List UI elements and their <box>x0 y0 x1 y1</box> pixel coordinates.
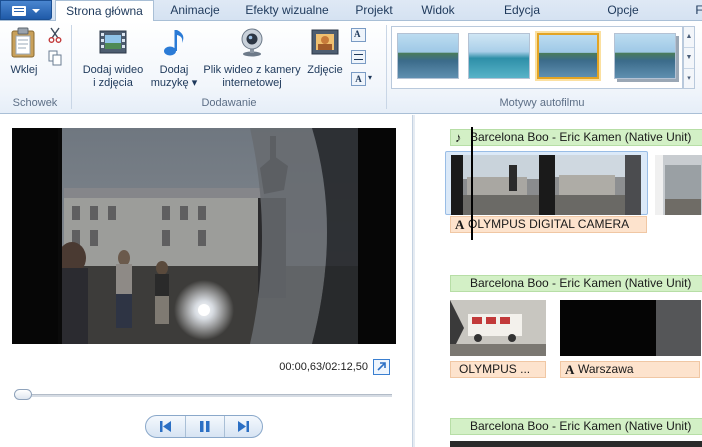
add-video-button[interactable]: Dodaj wideo i zdjęcia <box>78 27 148 90</box>
music-track-label: Barcelona Boo - Eric Kamen (Native Unit) <box>470 419 692 433</box>
add-music-button[interactable]: Dodaj muzykę ▾ <box>148 27 200 90</box>
webcam-icon <box>241 28 263 57</box>
timecode: 00:00,63/02:12,50 <box>279 361 368 373</box>
gallery-scroll[interactable]: ▲ ▼ ▾ <box>683 26 695 89</box>
text-icon: A <box>565 362 575 377</box>
tab-animations[interactable]: Animacje <box>160 0 230 21</box>
caption-label: OLYMPUS ... <box>459 362 531 376</box>
webcam-video-button[interactable]: Plik wideo z kamery internetowej <box>201 27 303 90</box>
paste-button[interactable]: Wklej <box>4 27 44 77</box>
text-icon: A <box>455 217 465 232</box>
music-track-label: Barcelona Boo - Eric Kamen (Native Unit) <box>470 130 692 144</box>
pause-button[interactable] <box>185 416 223 437</box>
next-frame-button[interactable] <box>224 416 262 437</box>
group-label-add: Dodawanie <box>201 97 257 109</box>
music-track-label: Barcelona Boo - Eric Kamen (Native Unit) <box>470 276 692 290</box>
music-note-icon <box>164 30 184 56</box>
next-frame-icon <box>238 421 249 432</box>
tab-options[interactable]: Opcje <box>594 0 652 21</box>
video-preview[interactable] <box>12 128 396 344</box>
caption-label: Warszawa <box>578 362 634 376</box>
clip-frame <box>539 155 641 215</box>
ribbon-tab-bar: Strona główna Animacje Efekty wizualne P… <box>0 0 702 22</box>
paste-label: Wklej <box>10 64 38 76</box>
clip-frame <box>451 155 539 215</box>
chevron-down-icon <box>32 9 40 13</box>
add-music-label-1: Dodaj <box>159 64 189 76</box>
video-clip-thumbnail[interactable] <box>451 155 539 215</box>
video-clip-thumbnail[interactable] <box>560 300 701 356</box>
prev-frame-icon <box>160 421 171 432</box>
preview-pane: 00:00,63/02:12,50 <box>0 115 412 447</box>
group-label-clipboard: Schowek <box>12 97 58 109</box>
gallery-expand-icon[interactable]: ▾ <box>684 69 694 90</box>
seek-bar[interactable] <box>14 394 392 397</box>
tab-view[interactable]: Widok <box>410 0 466 21</box>
ribbon: Wklej Schowek Dodaj wideo i zdjęcia Doda… <box>0 21 702 114</box>
add-music-label-2: muzykę ▾ <box>150 77 198 89</box>
fullscreen-icon <box>377 362 386 371</box>
group-separator <box>386 25 387 109</box>
tab-home[interactable]: Strona główna <box>55 0 154 22</box>
caption-button[interactable] <box>351 50 366 64</box>
clip-frame <box>450 300 546 356</box>
tab-visual-effects[interactable]: Efekty wizualne <box>238 0 336 21</box>
add-video-label-2: i zdjęcia <box>93 77 133 89</box>
film-icon <box>99 30 127 54</box>
cut-icon[interactable] <box>48 27 62 43</box>
clip-frame <box>655 155 702 215</box>
add-video-label-1: Dodaj wideo <box>82 64 144 76</box>
music-track-bar[interactable]: Barcelona Boo - Eric Kamen (Native Unit) <box>450 418 702 435</box>
text-icon: A <box>354 29 361 39</box>
music-track-bar[interactable]: ♪ Barcelona Boo - Eric Kamen (Native Uni… <box>450 129 702 146</box>
credits-icon: A <box>351 72 366 86</box>
theme-thumbnail[interactable] <box>397 33 459 79</box>
caption-bar[interactable]: A OLYMPUS DIGITAL CAMERA <box>450 216 647 233</box>
tab-project[interactable]: Projekt <box>345 0 403 21</box>
theme-thumbnail[interactable] <box>468 33 530 79</box>
webcam-label-2: internetowej <box>222 77 282 89</box>
tab-format[interactable]: F <box>692 0 702 21</box>
fullscreen-button[interactable] <box>373 359 390 375</box>
storyboard: ♪ Barcelona Boo - Eric Kamen (Native Uni… <box>415 115 702 447</box>
video-clip-thumbnail[interactable] <box>450 441 702 447</box>
video-clip-thumbnail[interactable] <box>539 155 641 215</box>
video-clip-thumbnail[interactable] <box>450 300 546 356</box>
caption-icon <box>354 54 363 60</box>
preview-frame <box>12 128 396 344</box>
chevron-down-icon: ▾ <box>368 73 373 82</box>
credits-button[interactable]: A ▾ <box>351 72 373 86</box>
photo-label: Zdjęcie <box>307 64 343 76</box>
clip-frame <box>560 300 701 356</box>
theme-thumbnail-selected[interactable] <box>537 33 599 79</box>
caption-label: OLYMPUS DIGITAL CAMERA <box>468 217 630 231</box>
pause-icon <box>200 421 210 432</box>
photo-icon <box>311 29 339 55</box>
theme-thumbnail[interactable] <box>614 33 676 79</box>
previous-frame-button[interactable] <box>146 416 184 437</box>
video-clip-thumbnail[interactable] <box>655 155 702 215</box>
menu-icon <box>12 6 26 16</box>
webcam-label-1: Plik wideo z kamery <box>203 64 301 76</box>
playhead[interactable] <box>471 127 473 240</box>
add-photo-button[interactable]: Zdjęcie <box>304 27 346 77</box>
playback-controls <box>145 415 263 438</box>
automovie-themes-gallery <box>391 26 683 89</box>
paste-icon <box>11 27 35 58</box>
group-label-automovie: Motywy autofilmu <box>499 97 585 109</box>
chevron-down-icon[interactable]: ▼ <box>684 48 694 69</box>
caption-bar[interactable]: OLYMPUS ... <box>450 361 546 378</box>
music-note-icon: ♪ <box>455 130 462 145</box>
music-track-bar[interactable]: Barcelona Boo - Eric Kamen (Native Unit) <box>450 275 702 292</box>
title-button[interactable]: A <box>351 28 366 42</box>
caption-bar[interactable]: A Warszawa <box>560 361 700 378</box>
seek-thumb[interactable] <box>14 389 32 400</box>
tab-edit[interactable]: Edycja <box>493 0 551 21</box>
copy-icon[interactable] <box>48 50 62 66</box>
app-menu-button[interactable] <box>0 0 52 20</box>
chevron-up-icon[interactable]: ▲ <box>684 27 694 48</box>
